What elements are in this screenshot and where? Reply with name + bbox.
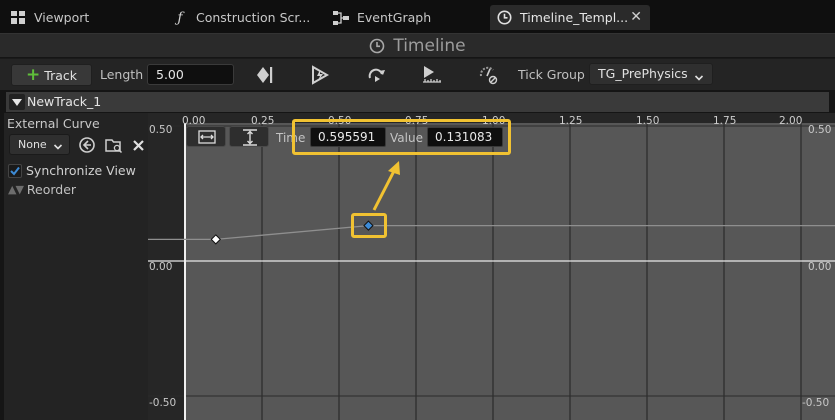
tab-label: Timeline_Templ... [520,10,629,25]
tick-group-value: TG_PrePhysics [598,66,688,81]
external-curve-value: None [18,138,47,151]
track-options-panel: External Curve None Synchronize View ▲▼ … [4,113,148,420]
track-header[interactable]: NewTrack_1 [6,92,829,112]
reorder-arrows-icon: ▲▼ [8,183,24,196]
tab-construction-script[interactable]: ƒ Construction Scr... [172,5,310,30]
clock-icon [496,10,512,26]
curve-canvas[interactable] [148,113,835,420]
panel-title: Timeline [393,35,466,56]
y-tick-label: 0.00 [149,261,173,273]
replicated-icon[interactable] [420,64,444,86]
y-tick-label: 0.00 [808,261,832,273]
reorder-label: Reorder [26,182,77,197]
ignore-time-dilation-icon[interactable] [476,64,500,86]
autoplay-icon[interactable] [308,64,332,86]
add-track-button[interactable]: + Track [11,64,92,86]
track-name: NewTrack_1 [27,94,102,109]
clock-icon [369,38,385,54]
y-tick-label: -0.50 [802,397,830,409]
curve-graph[interactable]: 0.50 0.00 -0.50 0.50 0.00 -0.50 0.00 0.25… [148,113,835,420]
add-track-label: Track [44,67,77,83]
close-icon[interactable]: ✕ [630,9,642,25]
tab-eventgraph[interactable]: EventGraph [333,5,431,30]
key-time-input[interactable]: 0.595591 [310,127,386,147]
browse-folder-icon[interactable] [105,136,123,154]
tab-label: EventGraph [357,10,432,25]
x-tick-label: 0.75 [405,115,429,127]
y-tick-label: 0.50 [808,124,832,136]
external-curve-label: External Curve [7,116,100,131]
function-icon: ƒ [177,9,183,26]
x-tick-label: 2.00 [779,115,803,127]
synchronize-view-checkbox[interactable] [8,163,22,178]
reorder-row[interactable]: ▲▼ Reorder [8,182,76,197]
x-tick-label: 1.00 [482,115,506,127]
fit-horizontal-button[interactable] [186,126,226,147]
y-tick-label: 0.50 [149,124,173,136]
x-tick-label: 1.25 [559,115,583,127]
synchronize-view-row[interactable]: Synchronize View [8,163,136,178]
length-input[interactable]: 5.00 [147,64,234,85]
synchronize-view-label: Synchronize View [26,163,136,178]
tab-bar: Viewport ƒ Construction Scr... EventGrap… [0,0,835,33]
key-value-label: Value [390,131,423,145]
length-label: Length [100,67,144,82]
clear-curve-icon[interactable] [130,136,148,154]
x-tick-label: 1.50 [636,115,660,127]
tick-group-label: Tick Group [518,67,585,82]
x-tick-label: 1.75 [713,115,737,127]
use-last-keyframe-icon[interactable] [252,64,276,86]
chevron-down-icon [53,139,63,158]
tab-label: Construction Scr... [196,10,311,25]
graph-icon [333,10,349,26]
loop-icon[interactable] [364,64,388,86]
tab-viewport[interactable]: Viewport [10,5,89,30]
tab-label: Viewport [34,10,90,25]
key-time-label: Time [276,131,306,145]
timeline-toolbar: + Track Length 5.00 Tick Group TG_PrePhy… [0,58,835,90]
key-value-input[interactable]: 0.131083 [427,127,503,147]
tick-group-select[interactable]: TG_PrePhysics [589,63,713,85]
tab-timeline[interactable]: Timeline_Templ... ✕ [490,5,650,30]
y-tick-label: -0.50 [149,397,177,409]
fit-vertical-button[interactable] [229,126,269,147]
timeline-range-bg [185,123,835,420]
grid-icon [10,10,26,26]
panel-title-bar: Timeline [0,33,835,57]
external-curve-select[interactable]: None [9,134,70,155]
x-tick-label: 0.50 [328,115,352,127]
collapse-toggle-icon[interactable] [9,94,25,110]
chevron-down-icon [694,69,704,89]
use-selected-curve-icon[interactable] [78,136,96,154]
plus-icon: + [26,64,41,85]
